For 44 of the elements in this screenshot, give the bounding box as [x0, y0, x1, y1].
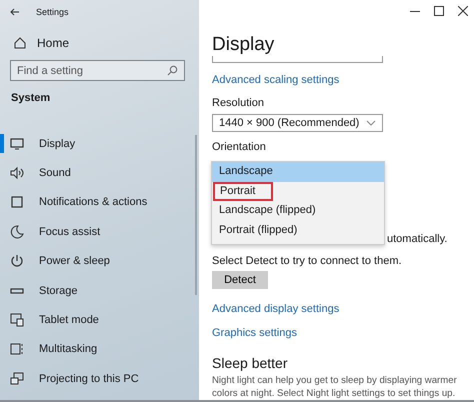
section-heading: System — [11, 92, 52, 106]
sidebar-item[interactable]: Sound — [0, 158, 199, 188]
field-label: Orientation — [212, 140, 267, 154]
sidebar-item[interactable]: Notifications & actions — [0, 188, 199, 218]
project-icon — [9, 370, 25, 387]
settings-link[interactable]: Advanced display settings — [212, 302, 340, 315]
sidebar-item[interactable]: Multitasking — [0, 334, 199, 364]
multitask-icon — [9, 341, 25, 358]
dropdown-option[interactable]: Portrait — [213, 182, 273, 201]
settings-link[interactable]: Graphics settings — [212, 326, 297, 339]
search-field[interactable]: Find a setting — [10, 60, 185, 81]
moon-icon — [9, 224, 25, 240]
sidebar-item[interactable]: Focus assist — [0, 217, 199, 247]
sidebar-item[interactable]: Power & sleep — [0, 246, 199, 276]
page-title: Display — [212, 34, 276, 56]
window-title: Settings — [36, 7, 69, 17]
power-icon — [9, 253, 25, 270]
dropdown-option[interactable]: Landscape — [212, 162, 384, 182]
description-text: Night light can help you get to sleep by displaying warmer colors at night. Select Night light settings to set things up. — [212, 374, 458, 400]
sidebar-item[interactable]: Tablet mode — [0, 305, 199, 335]
square-icon — [9, 194, 25, 210]
detect-button[interactable]: Detect — [212, 271, 268, 289]
sidebar-item[interactable]: Projecting to this PC — [0, 364, 199, 394]
field-label: Resolution — [212, 97, 265, 110]
home-link[interactable]: Home — [13, 32, 199, 54]
section-heading: Sleep better — [212, 354, 288, 371]
sidebar-item[interactable]: Storage — [0, 276, 199, 306]
chevron-icon — [366, 120, 376, 126]
monitor-icon — [9, 136, 25, 152]
detect-hint: Select Detect to try to connect to them. — [212, 255, 403, 268]
tablet-icon — [9, 312, 25, 328]
settings-link[interactable]: Advanced scaling settings — [212, 74, 340, 86]
sidebar-item[interactable]: Display — [0, 129, 199, 158]
maximize-icon[interactable] — [434, 6, 444, 16]
dropdown-option[interactable]: Portrait (flipped) — [212, 220, 384, 240]
scrollbar[interactable] — [195, 135, 197, 295]
speaker-icon — [9, 165, 25, 182]
home-icon — [13, 36, 27, 50]
dropdown-option[interactable]: Landscape (flipped) — [212, 201, 384, 220]
search-icon — [167, 65, 178, 76]
back-arrow-icon[interactable] — [10, 7, 20, 17]
resolution-dropdown[interactable]: 1440 × 900 (Recommended) — [212, 114, 383, 132]
close-icon[interactable] — [458, 6, 468, 16]
partial-text: utomatically. — [387, 233, 448, 245]
